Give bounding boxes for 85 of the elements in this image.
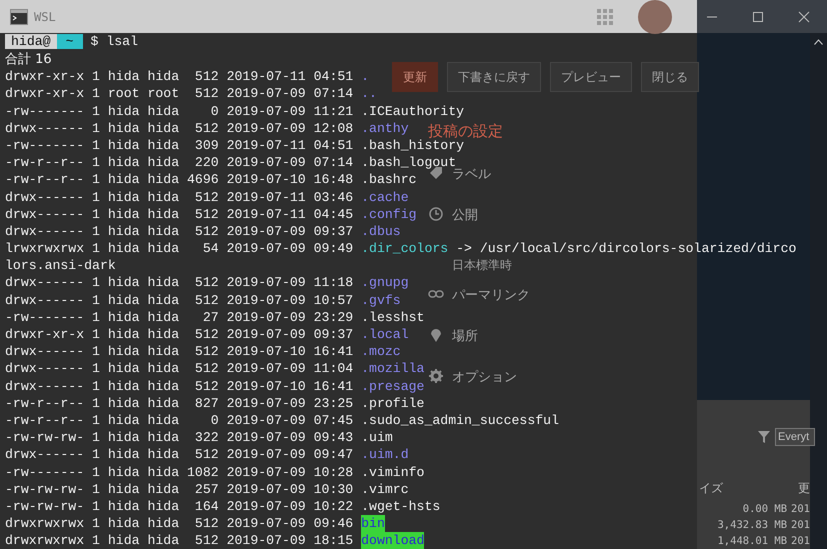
timezone-text: 日本標準時 bbox=[452, 257, 512, 274]
file-info: -rw-rw-rw- 1 hida hida 257 2019-07-09 10:30 bbox=[5, 480, 354, 498]
file-name: .mozilla bbox=[361, 360, 424, 378]
file-info: drwx------ 1 hida hida 512 2019-07-09 09:47 bbox=[5, 446, 354, 464]
file-info: -rw-r--r-- 1 hida hida 220 2019-07-09 07:14 bbox=[5, 154, 354, 172]
file-info: -rw------- 1 hida hida 0 2019-07-09 11:21 bbox=[5, 102, 354, 120]
file-info: -rw-r--r-- 1 hida hida 0 2019-07-09 07:45 bbox=[5, 412, 354, 430]
toolbar-button[interactable]: 閉じる bbox=[641, 62, 699, 92]
size-cell-text: 1,448.01 MB bbox=[716, 534, 788, 549]
file-info: drwxr-xr-x 1 root root 512 2019-07-09 07:14 bbox=[5, 85, 354, 103]
close-icon[interactable] bbox=[798, 10, 810, 22]
file-info: drwx------ 1 hida hida 512 2019-07-11 04:45 bbox=[5, 206, 354, 223]
avatar[interactable] bbox=[638, 0, 672, 34]
file-name: .presage bbox=[361, 378, 424, 395]
file-name: .local bbox=[361, 326, 409, 344]
file-info: drwx------ 1 hida hida 512 2019-07-09 11:18 bbox=[5, 274, 354, 292]
maximize-icon[interactable] bbox=[752, 10, 764, 22]
file-name: .uim bbox=[361, 429, 393, 446]
file-info: drwx------ 1 hida hida 512 2019-07-10 16:41 bbox=[5, 378, 354, 395]
file-name: . bbox=[361, 68, 370, 86]
file-name: .config bbox=[361, 206, 417, 223]
search-field[interactable]: Everyt bbox=[775, 428, 815, 446]
file-name: .sudo_as_admin_successful bbox=[361, 412, 559, 430]
settings-item[interactable]: 場所 bbox=[452, 327, 478, 345]
file-name: .vimrc bbox=[361, 480, 409, 498]
file-name: .viminfo bbox=[361, 464, 424, 481]
file-name: .mozc bbox=[361, 343, 401, 360]
file-name: .cache bbox=[361, 188, 409, 206]
prompt-user: hida@ bbox=[5, 34, 57, 49]
settings-item[interactable]: パーマリンク bbox=[452, 286, 530, 304]
clock-icon bbox=[428, 206, 444, 222]
settings-item[interactable]: 公開 bbox=[452, 206, 478, 224]
toolbar-button[interactable]: 更新 bbox=[392, 62, 438, 92]
file-name: .dbus bbox=[361, 222, 401, 240]
file-info: drwxr-xr-x 1 hida hida 512 2019-07-11 04:51 bbox=[5, 68, 354, 86]
file-name: .gnupg bbox=[361, 274, 409, 292]
file-info: -rw------- 1 hida hida 27 2019-07-09 23:29 bbox=[5, 308, 354, 326]
filter-icon[interactable] bbox=[757, 430, 771, 444]
size-cell-text: 3,432.83 MB bbox=[716, 518, 788, 533]
file-name: .profile bbox=[361, 394, 424, 412]
command-text: $ lsal bbox=[90, 34, 138, 49]
column-header[interactable]: イズ bbox=[699, 480, 723, 497]
file-info: lrwxrwxrwx 1 hida hida 54 2019-07-09 09:49 bbox=[5, 240, 354, 258]
file-info: drwx------ 1 hida hida 512 2019-07-09 09:37 bbox=[5, 222, 354, 240]
file-name: download bbox=[361, 532, 424, 549]
file-info: -rw------- 1 hida hida 1082 2019-07-09 10:28 bbox=[5, 464, 354, 481]
file-info: drwx------ 1 hida hida 512 2019-07-09 11:04 bbox=[5, 360, 354, 378]
gear-icon bbox=[428, 368, 444, 384]
link-target: -> /usr/local/src/dircolors-solarized/dirco bbox=[455, 240, 796, 258]
file-info: drwxrwxrwx 1 hida hida 512 2019-07-09 09:46 bbox=[5, 515, 354, 532]
window-title: WSL bbox=[34, 10, 56, 24]
date-cell-text: 201 bbox=[791, 518, 810, 533]
file-name: .bashrc bbox=[361, 171, 417, 188]
file-info: -rw------- 1 hida hida 309 2019-07-11 04:51 bbox=[5, 136, 354, 154]
file-name: .dir_colors bbox=[361, 240, 448, 258]
file-name: .wget-hsts bbox=[361, 498, 440, 516]
file-info: -rw-r--r-- 1 hida hida 827 2019-07-09 23:25 bbox=[5, 394, 354, 412]
file-name: .lesshst bbox=[361, 308, 424, 326]
size-cell-text: 0.00 MB bbox=[742, 502, 788, 517]
file-info: -rw-r--r-- 1 hida hida 4696 2019-07-10 16:48 bbox=[5, 171, 354, 188]
file-info: drwx------ 1 hida hida 512 2019-07-11 03:46 bbox=[5, 188, 354, 206]
file-name: bin bbox=[361, 515, 385, 532]
toolbar-button[interactable]: 下書きに戻す bbox=[447, 62, 541, 92]
file-info: drwxr-xr-x 1 hida hida 512 2019-07-09 09:37 bbox=[5, 326, 354, 344]
column-header[interactable]: 更 bbox=[798, 480, 810, 497]
file-info: -rw-rw-rw- 1 hida hida 322 2019-07-09 09:43 bbox=[5, 429, 354, 446]
settings-item[interactable]: オプション bbox=[452, 368, 517, 386]
file-name: .ICEauthority bbox=[361, 102, 464, 120]
prompt-directory: ~ bbox=[56, 34, 82, 49]
file-info: -rw-rw-rw- 1 hida hida 164 2019-07-09 10:22 bbox=[5, 498, 354, 516]
date-cell-text: 201 bbox=[791, 502, 810, 517]
file-name: .anthy bbox=[361, 120, 409, 137]
file-name: .gvfs bbox=[361, 292, 401, 309]
toolbar-button[interactable]: プレビュー bbox=[550, 62, 632, 92]
terminal-icon bbox=[10, 8, 28, 24]
wrapped-text: lors.ansi-dark bbox=[5, 257, 116, 274]
file-info: drwx------ 1 hida hida 512 2019-07-09 12:08 bbox=[5, 120, 354, 137]
file-name: .. bbox=[361, 85, 377, 103]
file-name: .uim.d bbox=[361, 446, 409, 464]
file-info: drwx------ 1 hida hida 512 2019-07-09 10:57 bbox=[5, 292, 354, 309]
file-info: drwxrwxrwx 1 hida hida 512 2019-07-09 18:15 bbox=[5, 532, 354, 549]
date-cell-text: 201 bbox=[791, 534, 810, 549]
pin-icon bbox=[428, 327, 444, 343]
total-text: 合計 16 bbox=[5, 51, 52, 68]
file-info: drwx------ 1 hida hida 512 2019-07-10 16:41 bbox=[5, 343, 354, 360]
